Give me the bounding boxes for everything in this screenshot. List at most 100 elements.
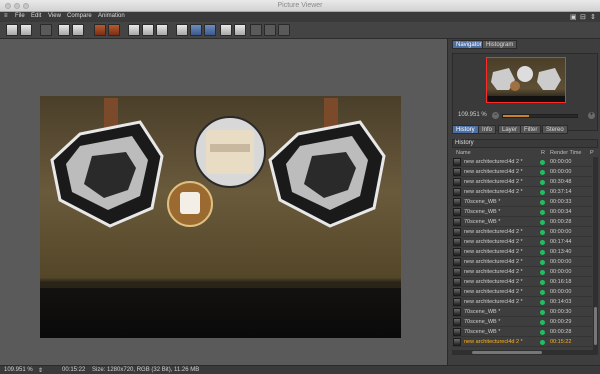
column-name[interactable]: Name (456, 150, 471, 156)
rendered-image (40, 96, 401, 338)
column-r[interactable]: R (541, 150, 545, 156)
panel-layout-icon[interactable]: ▣ (570, 13, 577, 21)
history-row-name: new architecturecl4d 2 * (464, 179, 523, 185)
status-zoom-stepper-icon[interactable]: ⇕ (38, 367, 43, 374)
history-row-time: 00:00:00 (550, 159, 572, 165)
channel-filter-icon[interactable] (156, 24, 168, 36)
history-horizontal-scrollbar[interactable] (452, 350, 598, 355)
render-status-icon (540, 340, 545, 345)
ab-compare-icon[interactable] (176, 24, 188, 36)
history-row[interactable]: 70scene_WB * 00:00:34 (452, 207, 592, 217)
history-row-name: 70scene_WB * (464, 309, 501, 315)
tab-history[interactable]: History (452, 125, 479, 134)
tab-filter[interactable]: Filter (520, 125, 542, 134)
tab-navigator[interactable]: Navigator (452, 40, 486, 49)
render-status-icon (540, 230, 545, 235)
history-row-name: new architecturecl4d 2 * (464, 299, 523, 305)
split-vertical-icon[interactable] (204, 24, 216, 36)
history-title: History (452, 139, 598, 148)
layout-grid-2-icon[interactable] (264, 24, 276, 36)
stereo-left-icon[interactable] (220, 24, 232, 36)
zoom-in-button[interactable]: + (588, 112, 595, 119)
tab-layer[interactable]: Layer (498, 125, 522, 134)
history-row[interactable]: new architecturecl4d 2 * 00:00:00 (452, 167, 592, 177)
compare-b-icon[interactable] (108, 24, 120, 36)
history-row[interactable]: new architecturecl4d 2 * 00:14:03 (452, 297, 592, 307)
history-thumbnail (453, 288, 461, 296)
column-p[interactable]: P (590, 150, 594, 156)
history-row-name: new architecturecl4d 2 * (464, 189, 523, 195)
history-row-time: 00:00:00 (550, 289, 572, 295)
stereo-right-icon[interactable] (234, 24, 246, 36)
history-row[interactable]: new architecturecl4d 2 * 00:37:14 (452, 187, 592, 197)
layout-grid-3-icon[interactable] (278, 24, 290, 36)
render-status-icon (540, 200, 545, 205)
history-row[interactable]: 70scene_WB * 00:00:28 (452, 217, 592, 227)
menu-animation[interactable]: Animation (98, 13, 125, 19)
menu-edit[interactable]: Edit (31, 13, 41, 19)
view-single-icon[interactable] (40, 24, 52, 36)
menu-icon[interactable]: ≡ (4, 13, 8, 19)
tab-histogram[interactable]: Histogram (482, 40, 518, 49)
tab-info[interactable]: Info (478, 125, 497, 134)
zoom-slider[interactable] (502, 114, 578, 118)
split-horizontal-icon[interactable] (190, 24, 202, 36)
column-render-time[interactable]: Render Time (550, 150, 582, 156)
history-vertical-scrollbar[interactable] (593, 157, 598, 350)
render-status-icon (540, 250, 545, 255)
image-viewport[interactable] (0, 39, 447, 365)
history-row[interactable]: new architecturecl4d 2 * 00:00:00 (452, 157, 592, 167)
menu-compare[interactable]: Compare (67, 13, 92, 19)
zoom-row: 109.951 % − + (452, 111, 598, 121)
render-region-icon[interactable] (58, 24, 70, 36)
history-row-name: new architecturecl4d 2 * (464, 259, 523, 265)
history-row[interactable]: 70scene_WB * 00:00:28 (452, 327, 592, 337)
compare-a-icon[interactable] (94, 24, 106, 36)
history-row-time: 00:15:22 (550, 339, 572, 345)
history-row-name: 70scene_WB * (464, 329, 501, 335)
layout-grid-icon[interactable] (250, 24, 262, 36)
render-status-icon (540, 300, 545, 305)
status-info: Size: 1280x720, RGB (32 Bit), 11.26 MB (92, 367, 200, 373)
tab-stereo[interactable]: Stereo (542, 125, 568, 134)
history-row-name: 70scene_WB * (464, 199, 501, 205)
history-row[interactable]: new architecturecl4d 2 * 00:15:22 (452, 337, 592, 347)
render-status-icon (540, 320, 545, 325)
history-thumbnail (453, 268, 461, 276)
status-bar: 109.951 % ⇕ 00:15:22 Size: 1280x720, RGB… (0, 365, 600, 374)
history-thumbnail (453, 208, 461, 216)
history-row-time: 00:00:00 (550, 259, 572, 265)
render-view-icon[interactable] (72, 24, 84, 36)
channel-alpha-icon[interactable] (142, 24, 154, 36)
history-row[interactable]: new architecturecl4d 2 * 00:17:44 (452, 237, 592, 247)
zoom-out-button[interactable]: − (492, 112, 499, 119)
history-row-name: 70scene_WB * (464, 209, 501, 215)
history-columns: Name R Render Time P (452, 149, 598, 157)
history-row[interactable]: new architecturecl4d 2 * 00:00:00 (452, 257, 592, 267)
history-row[interactable]: new architecturecl4d 2 * 00:30:48 (452, 177, 592, 187)
history-row-name: 70scene_WB * (464, 319, 501, 325)
open-icon[interactable] (6, 24, 18, 36)
history-row[interactable]: 70scene_WB * 00:00:29 (452, 317, 592, 327)
menu-file[interactable]: File (15, 13, 25, 19)
panel-split-icon[interactable]: ⊟ (580, 13, 586, 21)
history-thumbnail (453, 218, 461, 226)
history-row[interactable]: new architecturecl4d 2 * 00:00:00 (452, 287, 592, 297)
menu-view[interactable]: View (48, 13, 61, 19)
panel-expand-icon[interactable]: ⇕ (590, 13, 596, 21)
history-thumbnail (453, 308, 461, 316)
history-row[interactable]: new architecturecl4d 2 * 00:13:40 (452, 247, 592, 257)
render-status-icon (540, 310, 545, 315)
history-row-time: 00:30:48 (550, 179, 572, 185)
history-row[interactable]: new architecturecl4d 2 * 00:00:00 (452, 267, 592, 277)
history-row[interactable]: new architecturecl4d 2 * 00:00:00 (452, 227, 592, 237)
history-row[interactable]: new architecturecl4d 2 * 00:16:18 (452, 277, 592, 287)
history-row-name: new architecturecl4d 2 * (464, 339, 523, 345)
window-title: Picture Viewer (277, 2, 323, 9)
channel-rgb-icon[interactable] (128, 24, 140, 36)
history-row[interactable]: 70scene_WB * 00:00:33 (452, 197, 592, 207)
save-icon[interactable] (20, 24, 32, 36)
history-row-name: 70scene_WB * (464, 219, 501, 225)
navigator-thumbnail[interactable] (486, 57, 566, 103)
history-row[interactable]: 70scene_WB * 00:00:30 (452, 307, 592, 317)
